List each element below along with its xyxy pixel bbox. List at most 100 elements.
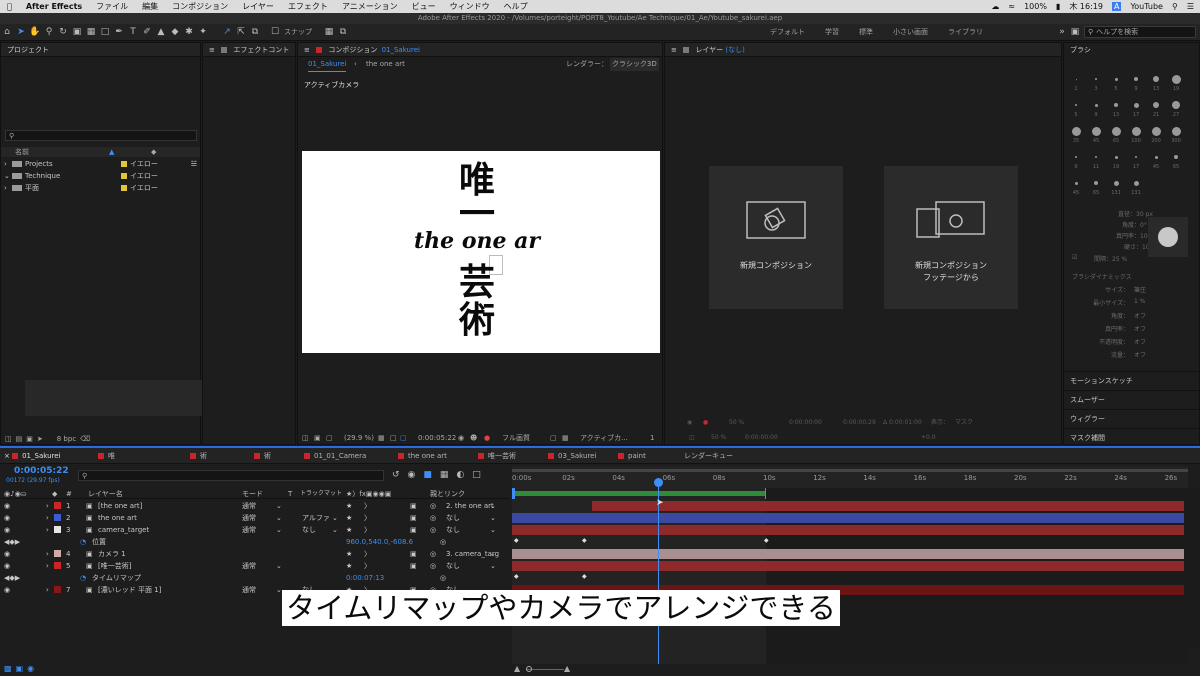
- layer-mode-dropdown[interactable]: 通常: [242, 584, 256, 596]
- dropdown-arrow-icon[interactable]: ⌄: [490, 512, 496, 524]
- dropdown-arrow-icon[interactable]: ⌄: [490, 548, 496, 560]
- camera-tool-icon[interactable]: ▣: [70, 25, 84, 39]
- wifi-icon[interactable]: ≈: [1008, 2, 1015, 11]
- menu-effect[interactable]: エフェクト: [281, 1, 335, 12]
- work-area-bar[interactable]: [512, 491, 766, 496]
- brush-dynamics-row[interactable]: サイズ： 筆圧: [1064, 285, 1199, 297]
- twirl-icon[interactable]: ›: [46, 524, 49, 536]
- roi-icon[interactable]: ▢: [550, 432, 557, 444]
- stopwatch-icon[interactable]: ◔: [80, 536, 86, 548]
- show-snapshot-icon[interactable]: ☻: [470, 432, 477, 444]
- timeline-tab[interactable]: レンダーキュー: [684, 448, 733, 464]
- new-comp-icon[interactable]: ▣: [26, 435, 33, 443]
- layer-label-color[interactable]: [54, 562, 61, 569]
- layer-name[interactable]: [濃いレッド 平面 1]: [98, 584, 161, 596]
- layer-mode-dropdown[interactable]: 通常: [242, 524, 256, 536]
- twirl-icon[interactable]: ›: [46, 500, 49, 512]
- new-comp-button[interactable]: 新規コンポジション: [709, 166, 843, 309]
- zoom-in-icon[interactable]: ▲: [564, 664, 570, 673]
- visibility-eye-icon[interactable]: ◉: [4, 584, 10, 596]
- new-comp-from-footage-button[interactable]: 新規コンポジション フッテージから: [884, 166, 1018, 309]
- label-column-icon[interactable]: ◆: [151, 147, 156, 157]
- menu-view[interactable]: ビュー: [405, 1, 443, 12]
- snapshot-region-icon[interactable]: ▢: [400, 432, 407, 444]
- snap-edges-icon[interactable]: ⧉: [336, 25, 350, 39]
- disclosure-icon[interactable]: ›: [4, 184, 12, 192]
- battery-label[interactable]: 100%: [1024, 2, 1047, 11]
- expression-pick-whip-icon[interactable]: ◎: [440, 536, 446, 548]
- name-column-header[interactable]: 名前: [15, 147, 29, 157]
- brush-tip[interactable]: [1133, 102, 1139, 108]
- clock[interactable]: 木 16:19: [1069, 1, 1103, 12]
- brush-tip[interactable]: [1071, 126, 1081, 136]
- motion-blur-icon[interactable]: ◐: [456, 470, 464, 480]
- shy-switch-icon[interactable]: ★: [346, 500, 352, 512]
- composition-flowchart-icon[interactable]: ↺: [392, 470, 400, 480]
- pick-whip-icon[interactable]: ◎: [430, 500, 436, 512]
- brush-spacing[interactable]: 間隔：25 %: [1094, 254, 1127, 263]
- menu-animation[interactable]: アニメーション: [335, 1, 405, 12]
- stopwatch-icon[interactable]: ◔: [80, 572, 86, 584]
- switches-header-icons[interactable]: ★〉fx▣◉◉▣: [346, 489, 391, 499]
- sort-up-icon[interactable]: ▲: [109, 147, 114, 157]
- brush-dynamics-row[interactable]: 不透明度： オフ: [1064, 337, 1199, 349]
- pen-tool-icon[interactable]: ✒: [112, 25, 126, 39]
- brush-tip[interactable]: [1095, 156, 1097, 158]
- parent-dropdown[interactable]: なし: [446, 560, 460, 572]
- trash-icon[interactable]: ⌫: [80, 435, 90, 443]
- timeline-tab[interactable]: × 01_Sakurei: [4, 448, 60, 464]
- type-tool-icon[interactable]: T: [126, 25, 140, 39]
- quality-switch-icon[interactable]: 〉: [364, 548, 371, 560]
- project-item[interactable]: › 平面 イエロー: [1, 182, 199, 194]
- brush-tip[interactable]: [1113, 180, 1119, 186]
- brush-panel-header[interactable]: ブラシ: [1064, 43, 1199, 57]
- brush-tip[interactable]: [1094, 103, 1098, 107]
- property-value[interactable]: 960.0,540.0,-608.6: [346, 536, 413, 548]
- wiggler-section[interactable]: ウィグラー: [1064, 409, 1200, 427]
- keyframe-navigator-icon[interactable]: ◀◆▶: [4, 572, 20, 584]
- channel-icon[interactable]: ●: [484, 432, 490, 444]
- property-value[interactable]: 0:00:07:13: [346, 572, 384, 584]
- zoom-tool-icon[interactable]: ⚲: [42, 25, 56, 39]
- disclosure-icon[interactable]: ›: [4, 160, 12, 168]
- time-ruler[interactable]: 0:00s 02s 04s 06s 08s 10s 12s 14s 16s 18s 20s 22s 24…: [512, 474, 1188, 488]
- comp-viewer-canvas[interactable]: 唯 一 the one ar 芸 術: [302, 151, 660, 353]
- timeline-tab[interactable]: 03_Sakurei: [548, 448, 596, 464]
- render-queue-icon[interactable]: ➤: [37, 435, 43, 443]
- brush-tip[interactable]: [1114, 77, 1118, 81]
- work-area-region[interactable]: [512, 488, 768, 500]
- lock-icon[interactable]: [221, 47, 228, 53]
- fit-icon[interactable]: ▦: [378, 432, 385, 444]
- quality-switch-icon[interactable]: 〉: [364, 512, 371, 524]
- layer-mode-dropdown[interactable]: 通常: [242, 560, 256, 572]
- camera-view-dropdown[interactable]: アクティブカ...: [580, 432, 628, 444]
- brush-tip[interactable]: [1111, 126, 1121, 136]
- brush-tool-icon[interactable]: ✐: [140, 25, 154, 39]
- layer-label-color[interactable]: [54, 550, 61, 557]
- brush-tip[interactable]: [1074, 181, 1078, 185]
- av-features-icon[interactable]: ◉♪◉⛀: [4, 489, 27, 499]
- mode-header[interactable]: モード: [242, 489, 263, 499]
- project-item[interactable]: ⌄ Technique イエロー: [1, 170, 199, 182]
- brush-tip[interactable]: [1094, 181, 1098, 185]
- dropdown-arrow-icon[interactable]: ⌄: [276, 500, 282, 512]
- brush-dynamics-row[interactable]: 角度： オフ: [1064, 311, 1199, 323]
- visibility-eye-icon[interactable]: ◉: [4, 500, 10, 512]
- workspace-standard[interactable]: 標準: [849, 27, 883, 37]
- layer-row[interactable]: ◉ › 3 ▣ camera_target 通常 ⌄ なし ⌄ ★ 〉 ▣ ◎ なし ⌄: [0, 524, 510, 536]
- workspace-small-screen[interactable]: 小さい画面: [883, 27, 938, 37]
- preserve-transparency-header[interactable]: T: [288, 489, 292, 499]
- timeline-zoom-slider[interactable]: ▲ ▲: [512, 664, 712, 676]
- 3d-layer-switch-icon[interactable]: ▣: [410, 512, 417, 524]
- 3d-layer-switch-icon[interactable]: ▣: [410, 560, 417, 572]
- parent-dropdown[interactable]: なし: [446, 524, 460, 536]
- current-time-display[interactable]: 0:00:05:22: [418, 432, 456, 444]
- timeline-tab[interactable]: 術: [190, 448, 207, 464]
- draft-3d-icon[interactable]: ◉: [408, 470, 416, 480]
- layer-panel-header[interactable]: ≡ レイヤー (なし): [665, 43, 1061, 57]
- brush-dynamics-value[interactable]: オフ: [1134, 311, 1146, 320]
- timeline-tab[interactable]: 01_01_Camera: [304, 448, 366, 464]
- workspace-libraries[interactable]: ライブラリ: [938, 27, 993, 37]
- 3d-layer-switch-icon[interactable]: ▣: [410, 500, 417, 512]
- resolution-dropdown[interactable]: フル画質: [502, 432, 530, 444]
